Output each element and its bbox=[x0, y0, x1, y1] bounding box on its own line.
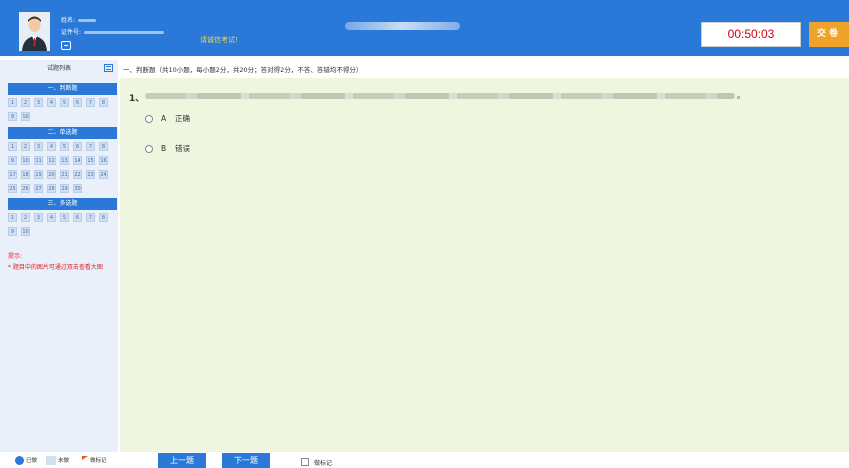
hint-text: * 题目中的图片可通过双击查看大图 bbox=[8, 264, 103, 271]
list-toggle-icon[interactable] bbox=[104, 64, 113, 72]
unanswered-box-icon bbox=[46, 456, 56, 465]
question-number-button[interactable]: 1 bbox=[8, 98, 17, 107]
question-number-button[interactable]: 21 bbox=[60, 170, 69, 179]
question-number-button[interactable]: 7 bbox=[86, 98, 95, 107]
option-b-letter: B bbox=[161, 144, 167, 153]
question-number-button[interactable]: 26 bbox=[21, 184, 30, 193]
question-number-button[interactable]: 24 bbox=[99, 170, 108, 179]
question-number-button[interactable]: 13 bbox=[60, 156, 69, 165]
question-number-button[interactable]: 27 bbox=[34, 184, 43, 193]
option-b-text: 错误 bbox=[175, 144, 190, 153]
question-number-button[interactable]: 3 bbox=[34, 213, 43, 222]
question-number-button[interactable]: 14 bbox=[73, 156, 82, 165]
mark-label: 做标记 bbox=[314, 460, 333, 467]
option-a-letter: A bbox=[161, 114, 167, 123]
hint-title: 提示: bbox=[8, 253, 23, 260]
question-number-button[interactable]: 7 bbox=[86, 213, 95, 222]
student-name: 姓名: bbox=[61, 15, 97, 24]
question-number-button[interactable]: 9 bbox=[8, 156, 17, 165]
legend-answered: 已做 bbox=[15, 456, 37, 465]
footer-bar bbox=[0, 452, 849, 468]
id-label: 证件号: bbox=[61, 29, 82, 36]
question-number-button[interactable]: 6 bbox=[73, 142, 82, 151]
question-number-button[interactable]: 16 bbox=[99, 156, 108, 165]
flag-icon bbox=[82, 456, 88, 460]
question-number-button[interactable]: 22 bbox=[73, 170, 82, 179]
student-id: 证件号: bbox=[61, 27, 165, 36]
prev-question-button[interactable]: 上一题 bbox=[158, 453, 206, 468]
option-a-radio[interactable] bbox=[145, 115, 153, 123]
submit-button[interactable]: 交卷 bbox=[809, 22, 849, 47]
question-number-button[interactable]: 5 bbox=[60, 213, 69, 222]
name-label: 姓名: bbox=[61, 17, 76, 24]
question-number-button[interactable]: 8 bbox=[99, 98, 108, 107]
question-number-button[interactable]: 6 bbox=[73, 98, 82, 107]
question-number-button[interactable]: 4 bbox=[47, 213, 56, 222]
question-number-button[interactable]: 18 bbox=[21, 170, 30, 179]
option-b-radio[interactable] bbox=[145, 145, 153, 153]
question-number-button[interactable]: 10 bbox=[21, 156, 30, 165]
answered-dot-icon bbox=[15, 456, 24, 465]
section-header-multi[interactable]: 三、多选题 bbox=[8, 198, 117, 210]
legend-unanswered-label: 未做 bbox=[58, 458, 70, 464]
message-icon[interactable] bbox=[61, 41, 71, 50]
question-number-button[interactable]: 23 bbox=[86, 170, 95, 179]
question-number-button[interactable]: 9 bbox=[8, 227, 17, 236]
question-number-button[interactable]: 8 bbox=[99, 213, 108, 222]
section-header-single[interactable]: 二、单选题 bbox=[8, 127, 117, 139]
option-b[interactable]: B 错误 bbox=[145, 143, 190, 154]
section-instructions: 一、判断题（共10小题，每小题2分，共20分；答对得2分，不答、答错均不得分） bbox=[123, 66, 363, 74]
legend-flagged: 做标记 bbox=[82, 456, 107, 464]
option-a-text: 正确 bbox=[175, 114, 190, 123]
question-number-button[interactable]: 25 bbox=[8, 184, 17, 193]
question-number-button[interactable]: 4 bbox=[47, 98, 56, 107]
question-panel bbox=[120, 78, 849, 452]
sidebar-title: 试题列表 bbox=[46, 65, 71, 72]
question-stem bbox=[145, 93, 735, 99]
question-number-button[interactable]: 2 bbox=[21, 98, 30, 107]
question-number-button[interactable]: 15 bbox=[86, 156, 95, 165]
question-number-button[interactable]: 19 bbox=[34, 170, 43, 179]
question-number-button[interactable]: 4 bbox=[47, 142, 56, 151]
question-number-button[interactable]: 11 bbox=[34, 156, 43, 165]
question-number-button[interactable]: 12 bbox=[47, 156, 56, 165]
avatar bbox=[19, 12, 50, 51]
question-number-button[interactable]: 10 bbox=[21, 112, 30, 121]
question-number-button[interactable]: 5 bbox=[60, 142, 69, 151]
question-number-button[interactable]: 17 bbox=[8, 170, 17, 179]
countdown-timer: 00:50:03 bbox=[701, 22, 801, 47]
question-number-button[interactable]: 3 bbox=[34, 142, 43, 151]
exam-notice: 请诚信考试! bbox=[200, 36, 238, 44]
question-number-button[interactable]: 7 bbox=[86, 142, 95, 151]
mark-checkbox[interactable] bbox=[301, 458, 309, 466]
question-number-button[interactable]: 10 bbox=[21, 227, 30, 236]
question-number-button[interactable]: 30 bbox=[73, 184, 82, 193]
question-number: 1、 bbox=[129, 94, 145, 104]
question-number-button[interactable]: 29 bbox=[60, 184, 69, 193]
next-question-button[interactable]: 下一题 bbox=[222, 453, 270, 468]
legend-answered-label: 已做 bbox=[26, 458, 38, 464]
question-number-button[interactable]: 5 bbox=[60, 98, 69, 107]
section-header-judge[interactable]: 一、判断题 bbox=[8, 83, 117, 95]
question-number-button[interactable]: 3 bbox=[34, 98, 43, 107]
question-number-button[interactable]: 6 bbox=[73, 213, 82, 222]
legend-unanswered: 未做 bbox=[46, 456, 69, 465]
question-number-button[interactable]: 2 bbox=[21, 142, 30, 151]
question-number-button[interactable]: 2 bbox=[21, 213, 30, 222]
question-number-button[interactable]: 20 bbox=[47, 170, 56, 179]
question-number-button[interactable]: 28 bbox=[47, 184, 56, 193]
question-number-button[interactable]: 1 bbox=[8, 142, 17, 151]
legend-flagged-label: 做标记 bbox=[90, 458, 107, 464]
question-stem-end: 。 bbox=[737, 91, 745, 100]
question-number-button[interactable]: 1 bbox=[8, 213, 17, 222]
question-number-button[interactable]: 8 bbox=[99, 142, 108, 151]
hint-box: 提示: * 题目中的图片可通过双击查看大图 bbox=[8, 251, 113, 273]
exam-title bbox=[345, 22, 460, 30]
option-a[interactable]: A 正确 bbox=[145, 113, 190, 124]
question-number-button[interactable]: 9 bbox=[8, 112, 17, 121]
